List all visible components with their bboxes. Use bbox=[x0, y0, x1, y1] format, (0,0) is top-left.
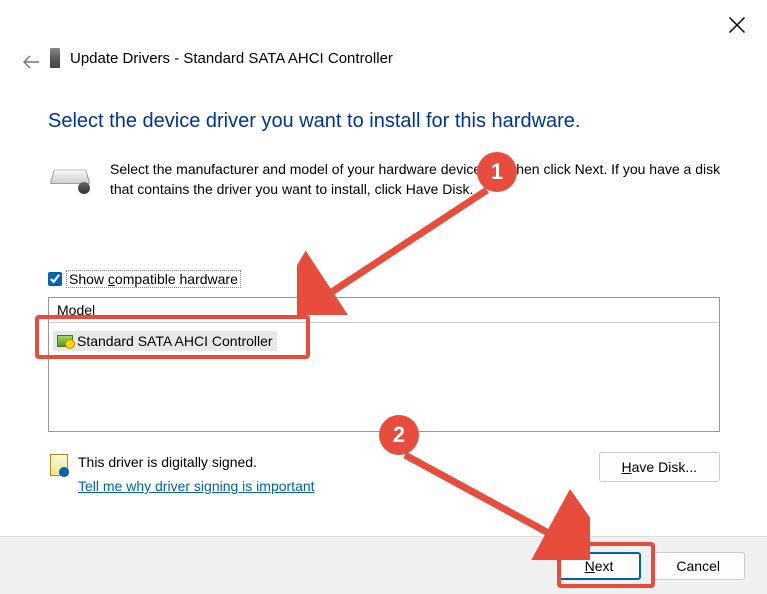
dialog-title: Update Drivers - Standard SATA AHCI Cont… bbox=[70, 50, 393, 67]
model-list-item[interactable]: Standard SATA AHCI Controller bbox=[53, 331, 277, 351]
show-compatible-checkbox[interactable] bbox=[48, 272, 62, 286]
model-listbox[interactable]: Model Standard SATA AHCI Controller bbox=[48, 297, 720, 432]
dialog-window: Update Drivers - Standard SATA AHCI Cont… bbox=[0, 0, 767, 594]
back-arrow-icon[interactable] bbox=[22, 55, 40, 74]
model-item-text: Standard SATA AHCI Controller bbox=[77, 333, 273, 349]
next-button[interactable]: Next bbox=[557, 552, 642, 580]
model-column-header: Model bbox=[49, 298, 719, 323]
dialog-footer: Next Cancel bbox=[0, 536, 767, 594]
subtitle-text: Select the device driver you want to ins… bbox=[48, 110, 580, 133]
compatible-checkbox-row: Show compatible hardware bbox=[48, 270, 241, 288]
signing-info: This driver is digitally signed. Tell me… bbox=[50, 454, 315, 494]
driver-item-icon bbox=[57, 335, 73, 347]
instruction-area: Select the manufacturer and model of you… bbox=[50, 160, 730, 199]
dialog-header: Update Drivers - Standard SATA AHCI Cont… bbox=[50, 48, 393, 68]
cancel-button[interactable]: Cancel bbox=[651, 552, 745, 580]
have-disk-button[interactable]: Have Disk... bbox=[599, 452, 720, 482]
hardware-icon bbox=[50, 164, 92, 194]
signing-info-link[interactable]: Tell me why driver signing is important bbox=[78, 478, 315, 494]
show-compatible-label[interactable]: Show compatible hardware bbox=[66, 270, 241, 288]
certificate-icon bbox=[50, 454, 68, 476]
close-button[interactable] bbox=[727, 15, 747, 35]
annotation-arrow-1 bbox=[297, 185, 497, 315]
instruction-text: Select the manufacturer and model of you… bbox=[110, 160, 730, 199]
signing-status-text: This driver is digitally signed. bbox=[78, 454, 257, 470]
drive-icon bbox=[50, 48, 60, 68]
signing-text-block: This driver is digitally signed. Tell me… bbox=[78, 454, 315, 494]
